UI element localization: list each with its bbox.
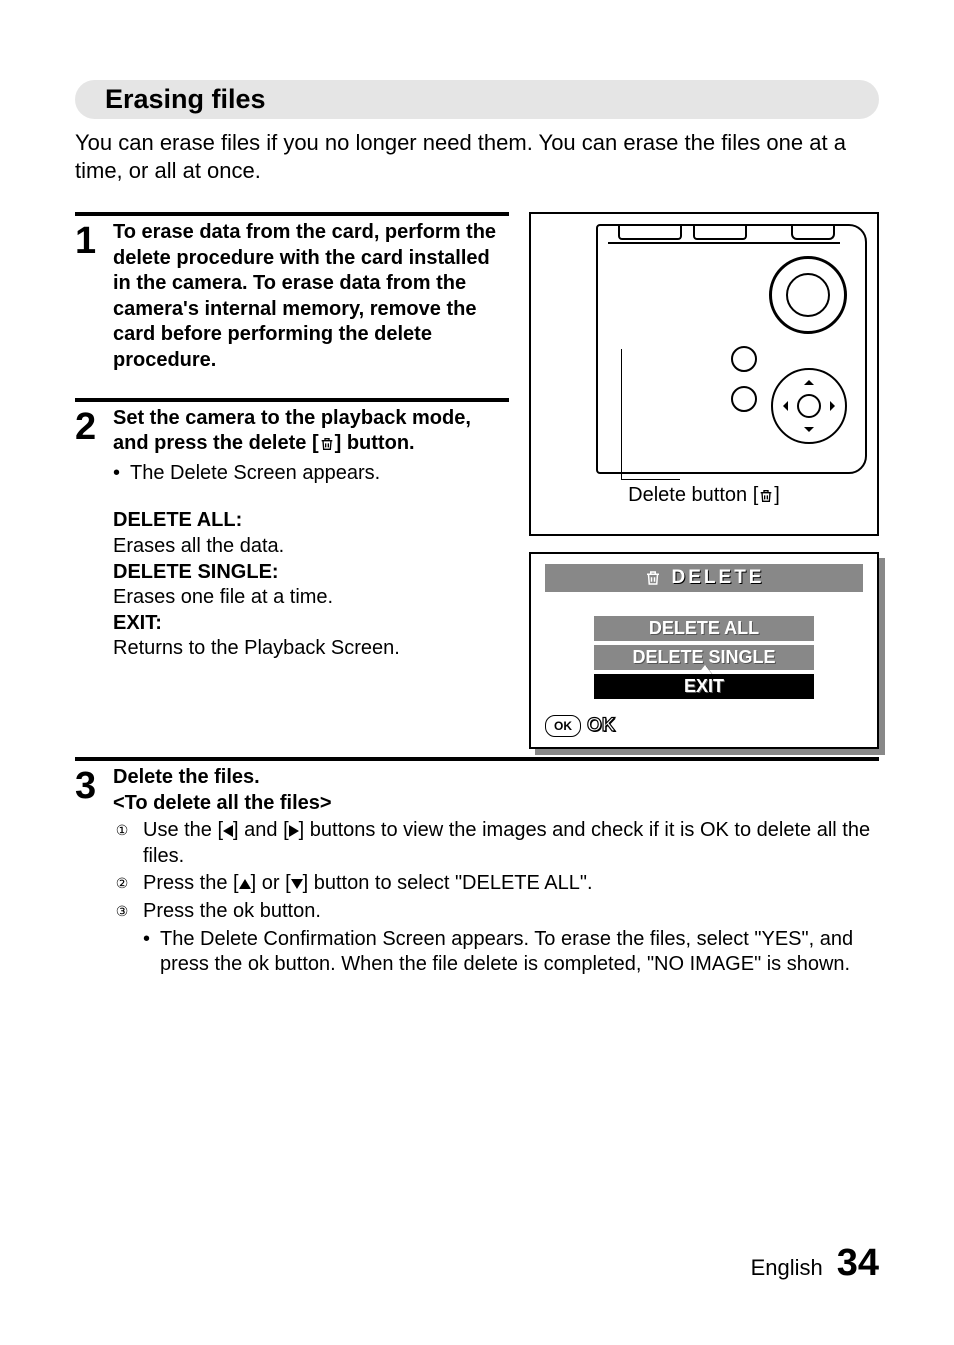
- def-exit-desc: Returns to the Playback Screen.: [113, 636, 509, 662]
- page-footer: English 34: [751, 1242, 879, 1285]
- dpad-icon: [771, 368, 847, 444]
- delete-screen-options: DELETE ALL DELETE SINGLE EXIT: [545, 616, 863, 699]
- down-arrow-icon: [291, 879, 303, 889]
- step-3: 3 Delete the files. <To delete all the f…: [75, 757, 879, 978]
- delete-button-on-camera: [731, 386, 757, 412]
- left-column: 1 To erase data from the card, perform t…: [75, 212, 509, 749]
- option-delete-all: DELETE ALL: [594, 616, 814, 641]
- intro-text: You can erase files if you no longer nee…: [75, 129, 879, 184]
- ok-pill-icon: OK: [545, 715, 581, 737]
- definitions: DELETE ALL: Erases all the data. DELETE …: [113, 508, 509, 662]
- def-delete-single-title: DELETE SINGLE:: [113, 560, 509, 586]
- step-3-number: 3: [75, 765, 113, 978]
- selection-arrow-icon: [698, 665, 712, 674]
- step-2-number: 2: [75, 406, 113, 662]
- camera-diagram: Delete button []: [529, 212, 879, 536]
- def-delete-all-title: DELETE ALL:: [113, 508, 509, 534]
- footer-page-number: 34: [837, 1242, 879, 1285]
- step-1-number: 1: [75, 220, 113, 374]
- step-2: 2 Set the camera to the playback mode, a…: [75, 398, 509, 662]
- page: Erasing files You can erase files if you…: [0, 0, 954, 1345]
- section-title-bar: Erasing files: [75, 80, 879, 119]
- right-arrow-icon: [289, 825, 299, 837]
- list-item-2: ② Press the [] or [] button to select "D…: [113, 871, 879, 897]
- step-1-heading: To erase data from the card, perform the…: [113, 221, 496, 371]
- right-column: Delete button [] DELETE DELETE ALL DELET…: [529, 212, 879, 749]
- list-item-3: ③ Press the ok button.: [113, 899, 879, 925]
- delete-screen: DELETE DELETE ALL DELETE SINGLE EXIT OK …: [529, 552, 879, 749]
- trash-icon: [319, 436, 335, 452]
- camera-top-edge: [608, 224, 840, 244]
- step-2-heading: Set the camera to the playback mode, and…: [113, 407, 471, 455]
- circled-2-icon: ②: [113, 875, 131, 893]
- delete-screen-footer: OK OK: [545, 715, 863, 737]
- step-3-heading: Delete the files.: [113, 765, 879, 791]
- mode-dial-icon: [769, 256, 847, 334]
- leader-line: [621, 349, 680, 480]
- def-delete-single-desc: Erases one file at a time.: [113, 585, 509, 611]
- circled-1-icon: ①: [113, 822, 131, 840]
- small-button-upper: [731, 346, 757, 372]
- delete-screen-header: DELETE: [545, 564, 863, 592]
- list-item-3-bullet: • The Delete Confirmation Screen appears…: [143, 927, 879, 978]
- section-title: Erasing files: [105, 84, 266, 114]
- step-1: 1 To erase data from the card, perform t…: [75, 212, 509, 374]
- upper-columns: 1 To erase data from the card, perform t…: [75, 212, 879, 749]
- step-2-bullet: • The Delete Screen appears.: [113, 461, 509, 487]
- def-delete-all-desc: Erases all the data.: [113, 534, 509, 560]
- footer-language: English: [751, 1255, 823, 1281]
- left-arrow-icon: [223, 825, 233, 837]
- ok-label: OK: [587, 715, 616, 737]
- trash-icon: [758, 488, 774, 504]
- step-3-subheading: <To delete all the files>: [113, 791, 879, 817]
- list-item-1: ① Use the [] and [] buttons to view the …: [113, 818, 879, 869]
- option-exit: EXIT: [594, 674, 814, 699]
- step-3-list: ① Use the [] and [] buttons to view the …: [113, 818, 879, 978]
- up-arrow-icon: [239, 879, 251, 889]
- trash-icon: [644, 569, 662, 587]
- def-exit-title: EXIT:: [113, 611, 509, 637]
- camera-label: Delete button []: [531, 484, 877, 507]
- circled-3-icon: ③: [113, 903, 131, 921]
